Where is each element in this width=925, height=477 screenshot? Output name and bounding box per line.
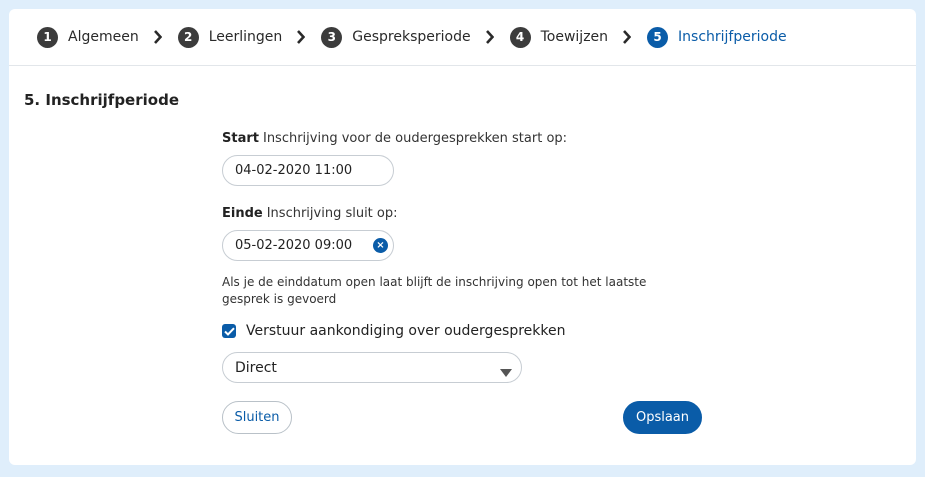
end-label: Einde Inschrijving sluit op: xyxy=(222,206,398,221)
save-button[interactable]: Opslaan xyxy=(623,401,702,434)
timing-select[interactable]: Direct xyxy=(222,352,522,383)
caret-down-icon xyxy=(500,365,512,381)
step-gespreksperiode[interactable]: 3 Gespreksperiode xyxy=(321,26,471,48)
wizard-card: 1 Algemeen 2 Leerlingen 3 Gespreksperiod… xyxy=(9,9,916,465)
chevron-right-icon xyxy=(622,30,632,44)
start-label-text: Inschrijving voor de oudergesprekken sta… xyxy=(262,131,568,146)
step-number: 2 xyxy=(177,26,199,48)
chevron-right-icon xyxy=(296,30,306,44)
announce-label[interactable]: Verstuur aankondiging over oudergesprekk… xyxy=(246,323,566,339)
step-number: 5 xyxy=(647,26,669,48)
start-label: Start Inschrijving voor de oudergesprekke… xyxy=(222,131,567,146)
wizard-stepper: 1 Algemeen 2 Leerlingen 3 Gespreksperiod… xyxy=(9,9,916,66)
step-label: Toewijzen xyxy=(540,29,609,45)
start-datetime-input[interactable]: 04-02-2020 11:00 xyxy=(222,155,394,186)
start-label-bold: Start xyxy=(222,131,259,146)
step-label: Algemeen xyxy=(68,29,139,45)
start-datetime-value: 04-02-2020 11:00 xyxy=(235,163,353,178)
step-label: Inschrijfperiode xyxy=(678,29,787,45)
end-datetime-input[interactable]: 05-02-2020 09:00 × xyxy=(222,230,394,261)
step-algemeen[interactable]: 1 Algemeen xyxy=(37,26,139,48)
step-number: 3 xyxy=(321,26,343,48)
end-label-bold: Einde xyxy=(222,206,263,221)
step-inschrijfperiode[interactable]: 5 Inschrijfperiode xyxy=(647,26,787,48)
step-leerlingen[interactable]: 2 Leerlingen xyxy=(177,26,283,48)
chevron-right-icon xyxy=(153,30,162,44)
section-title: 5. Inschrijfperiode xyxy=(24,91,179,109)
clear-icon[interactable]: × xyxy=(373,238,388,253)
chevron-right-icon xyxy=(485,30,494,44)
step-toewijzen[interactable]: 4 Toewijzen xyxy=(509,26,609,48)
step-number: 4 xyxy=(509,26,531,48)
end-label-text: Inschrijving sluit op: xyxy=(266,206,398,221)
step-number: 1 xyxy=(37,26,58,48)
announce-checkbox[interactable] xyxy=(222,324,236,338)
step-label: Gespreksperiode xyxy=(352,29,471,45)
timing-select-value: Direct xyxy=(235,359,277,376)
checkmark-icon xyxy=(223,327,235,336)
end-datetime-value: 05-02-2020 09:00 xyxy=(235,238,353,253)
end-date-hint: Als je de einddatum open laat blijft de … xyxy=(222,275,647,306)
step-label: Leerlingen xyxy=(208,29,283,45)
close-button[interactable]: Sluiten xyxy=(222,401,292,434)
